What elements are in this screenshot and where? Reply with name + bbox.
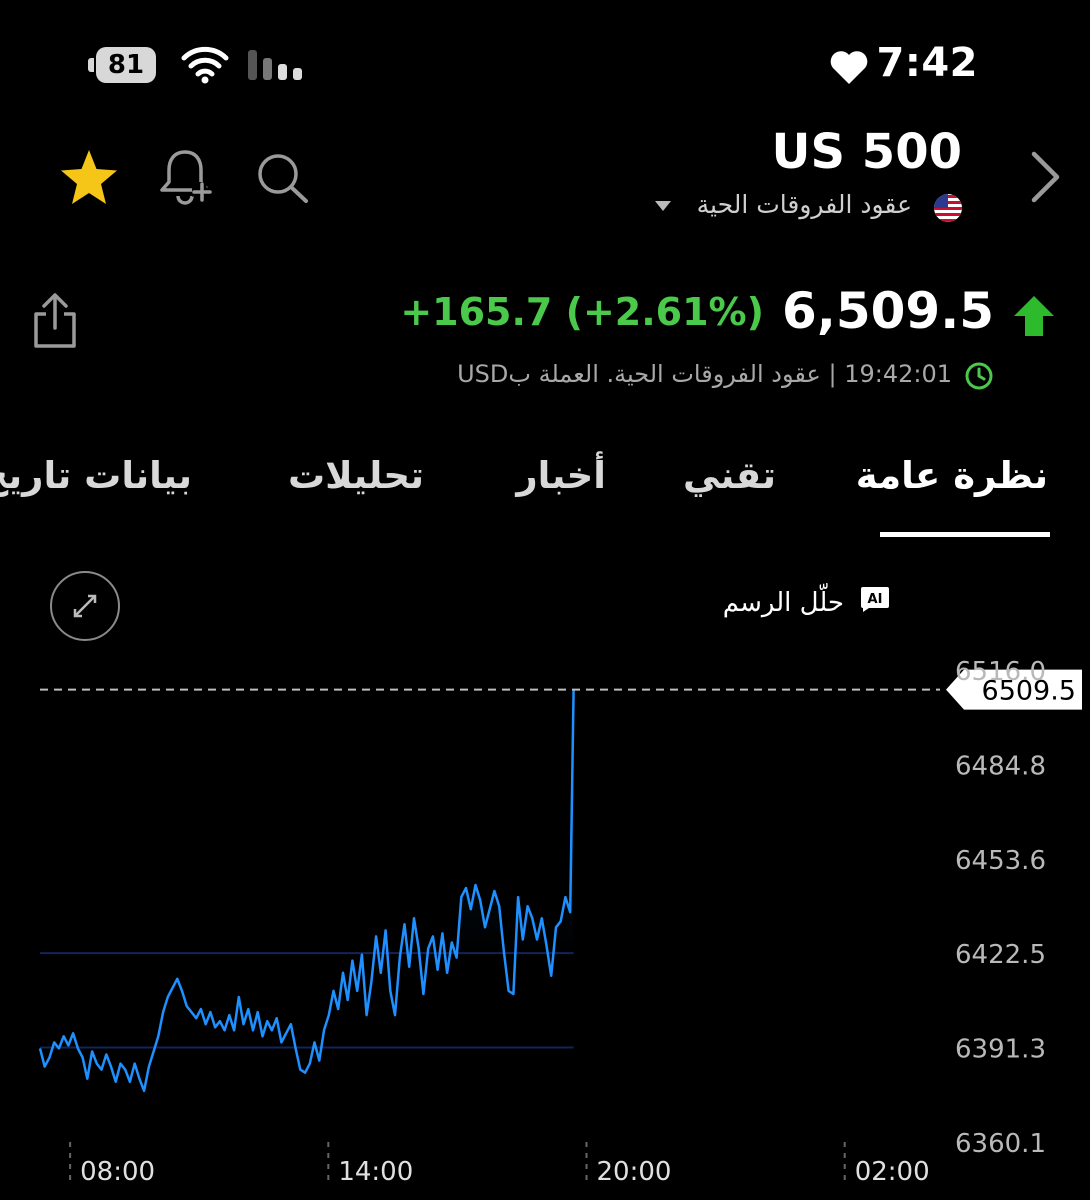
up-arrow-icon bbox=[1014, 296, 1054, 336]
y-tick-label: 6391.3 bbox=[955, 1035, 1046, 1065]
tab-news[interactable]: أخبار bbox=[516, 454, 606, 497]
price-line bbox=[38, 689, 575, 1093]
wifi-icon bbox=[181, 46, 229, 84]
tab-technical[interactable]: تقني bbox=[683, 454, 776, 497]
y-tick-label: 6453.6 bbox=[955, 846, 1046, 876]
current-price: 6,509.5 bbox=[782, 282, 994, 340]
instrument-title: US 500 bbox=[771, 124, 962, 180]
tab-overview[interactable]: نظرة عامة bbox=[856, 454, 1048, 497]
price-chart[interactable]: 6509.5 6516.06484.86453.66422.56391.3636… bbox=[0, 640, 1090, 1200]
bell-add-icon[interactable] bbox=[156, 146, 218, 206]
cellular-signal-icon bbox=[248, 50, 302, 80]
x-tick-label: 08:00 bbox=[80, 1157, 155, 1187]
x-tick-label: 14:00 bbox=[338, 1157, 413, 1187]
battery-indicator: 81 bbox=[88, 47, 160, 83]
x-tick-label: 20:00 bbox=[597, 1157, 672, 1187]
star-icon[interactable] bbox=[58, 148, 120, 208]
tab-analysis[interactable]: تحليلات bbox=[288, 454, 424, 497]
share-icon[interactable] bbox=[30, 292, 80, 350]
search-icon[interactable] bbox=[254, 150, 312, 206]
market-status-row: 19:42:01 | عقود الفروقات الحية. العملة ب… bbox=[457, 360, 952, 388]
caret-down-icon[interactable] bbox=[654, 200, 672, 212]
y-tick-label: 6360.1 bbox=[955, 1129, 1046, 1159]
y-tick-label: 6422.5 bbox=[955, 940, 1046, 970]
last-update-time: 19:42:01 bbox=[844, 360, 952, 388]
market-meta: | عقود الفروقات الحية. العملة بUSD bbox=[457, 360, 837, 388]
heart-icon bbox=[830, 51, 868, 84]
clock-icon bbox=[965, 362, 993, 390]
battery-level: 81 bbox=[107, 50, 145, 80]
ai-badge-text: AI bbox=[868, 592, 883, 607]
y-tick-label: 6484.8 bbox=[955, 751, 1046, 781]
market-type-selector[interactable]: عقود الفروقات الحية bbox=[697, 190, 912, 219]
ai-badge-icon[interactable]: AI bbox=[860, 586, 890, 612]
status-time: 7:42 bbox=[876, 40, 978, 86]
y-tick-label: 6516.0 bbox=[955, 657, 1046, 687]
analyze-chart-button[interactable]: حلّل الرسم bbox=[723, 588, 844, 618]
chevron-right-icon[interactable] bbox=[1026, 150, 1066, 204]
price-change: +165.7 (+2.61%) bbox=[400, 290, 764, 334]
tab-historical-data[interactable]: بيانات تاريخ bbox=[0, 454, 192, 497]
x-tick-label: 02:00 bbox=[855, 1157, 930, 1187]
active-tab-indicator bbox=[880, 532, 1050, 537]
price-area bbox=[40, 689, 574, 954]
expand-chart-button[interactable] bbox=[48, 570, 122, 642]
tab-bar: نظرة عامة تقني أخبار تحليلات بيانات تاري… bbox=[0, 454, 1090, 544]
us-flag-icon bbox=[934, 194, 962, 222]
